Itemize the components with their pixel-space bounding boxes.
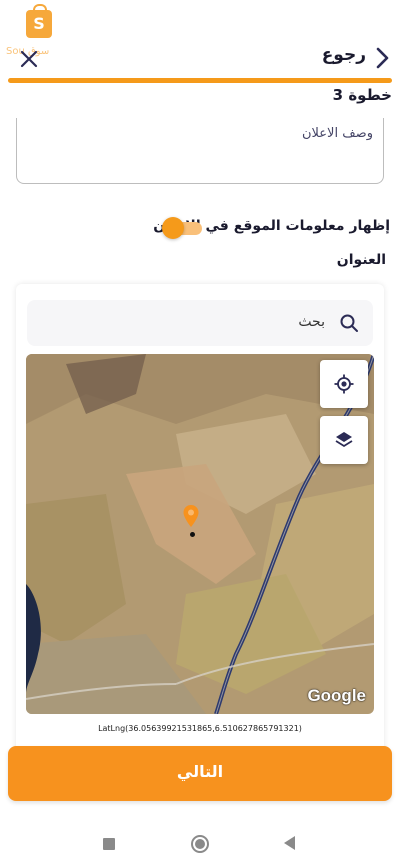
shopping-bag-icon: S — [26, 4, 52, 38]
search-label: بحث — [298, 314, 325, 330]
location-dot — [190, 532, 195, 537]
description-field[interactable]: وصف الاعلان — [16, 118, 384, 184]
back-triangle-icon[interactable] — [284, 836, 295, 850]
recent-apps-icon[interactable] — [103, 838, 115, 850]
layers-icon — [335, 432, 353, 448]
back-button-label[interactable]: رجوع — [322, 45, 366, 65]
show-location-row: إظهار معلومات الموقع في الاعلان — [0, 210, 400, 246]
toggle-thumb — [162, 217, 184, 239]
map-layers-button[interactable] — [320, 416, 368, 464]
latlng-readout: LatLng(36.05639921531865,6.5106278657913… — [98, 724, 302, 733]
logo-letter: S — [33, 14, 45, 33]
map-pin-icon — [183, 505, 199, 527]
step-progress-bar — [8, 78, 392, 83]
address-title: العنوان — [336, 252, 386, 268]
logo-text: Sou سوق — [6, 46, 50, 57]
map-terrain — [26, 354, 374, 714]
google-attribution: Google — [307, 686, 366, 705]
home-icon[interactable] — [191, 835, 209, 853]
chevron-right-icon[interactable] — [372, 46, 392, 70]
close-icon[interactable] — [18, 48, 40, 70]
map-card: بحث Google LatLng(36.05639921531865,6.51… — [16, 284, 384, 754]
gps-locate-icon — [334, 374, 354, 394]
search-icon[interactable] — [339, 313, 359, 333]
system-nav-bar — [0, 820, 400, 867]
next-button-label: التالي — [176, 762, 224, 781]
next-button[interactable]: التالي — [8, 746, 392, 801]
top-bar: S Sou سوق رجوع — [0, 0, 400, 78]
show-location-toggle[interactable] — [162, 217, 202, 239]
map-search-box[interactable]: بحث — [27, 300, 373, 346]
locate-me-button[interactable] — [320, 360, 368, 408]
step-label: خطوة 3 — [332, 86, 392, 104]
description-label: وصف الاعلان — [302, 126, 373, 141]
satellite-map[interactable]: Google — [26, 354, 374, 714]
